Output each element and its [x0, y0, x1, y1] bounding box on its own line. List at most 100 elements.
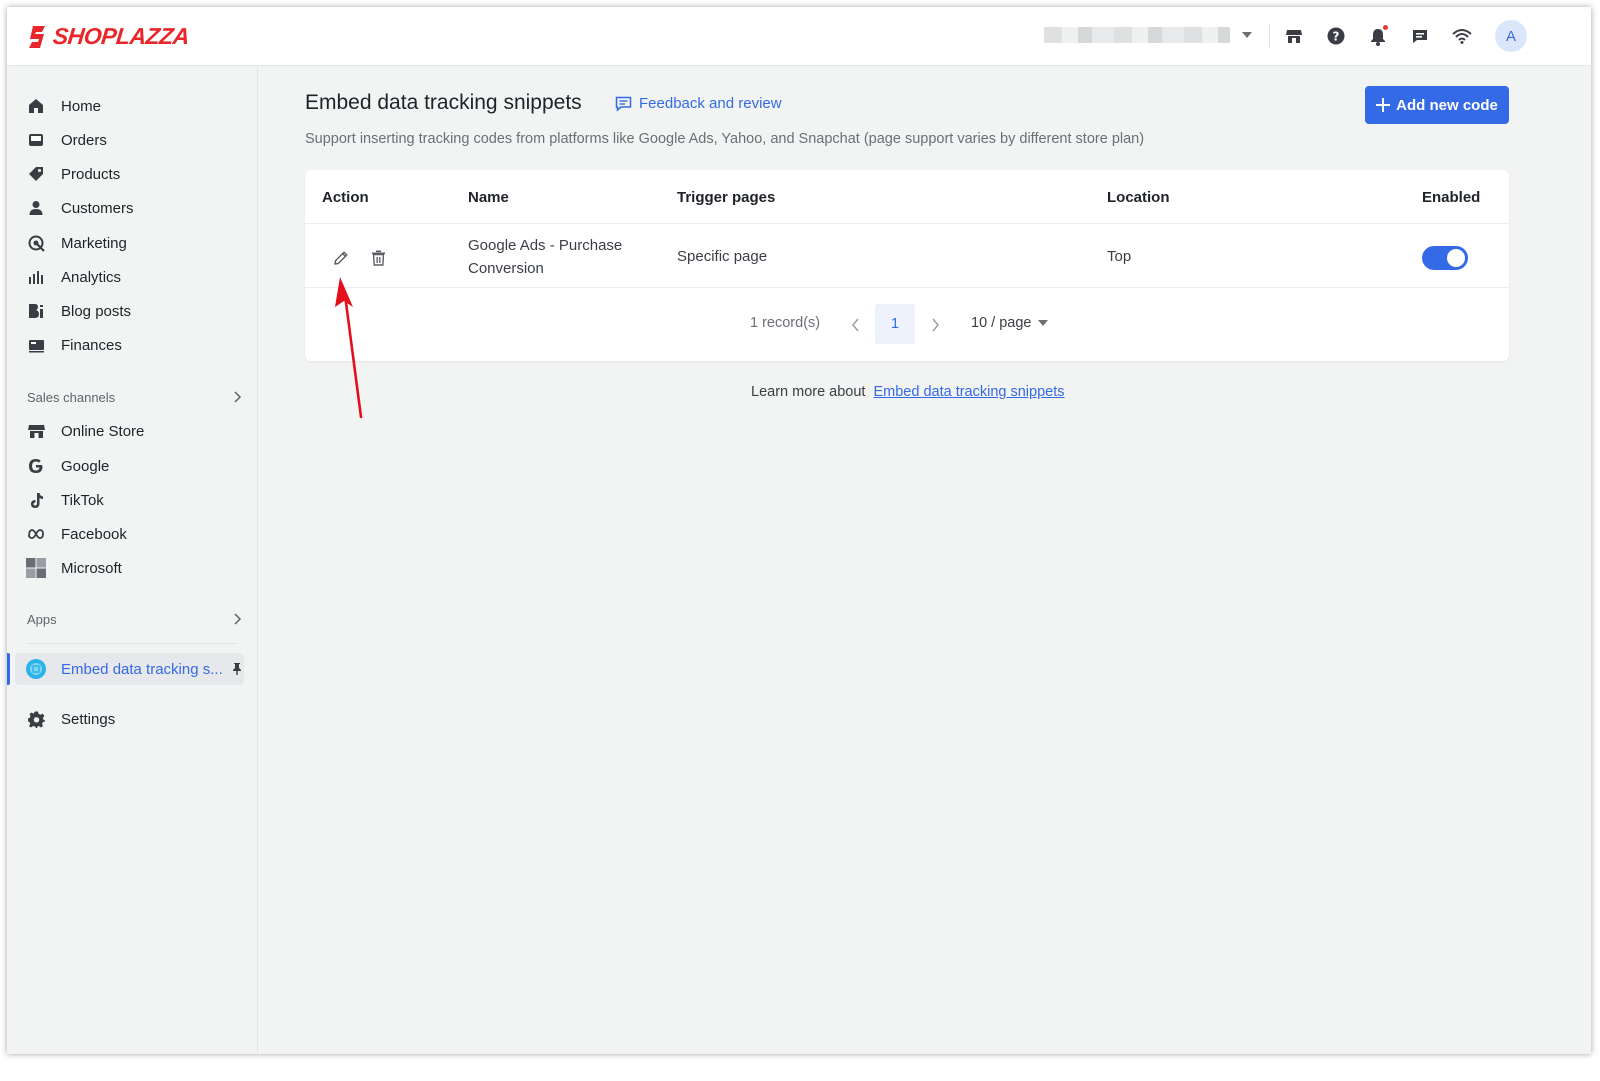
bell-icon[interactable]	[1367, 25, 1389, 47]
sidebar-item-marketing[interactable]: Marketing	[15, 227, 244, 259]
header-divider	[305, 223, 1509, 224]
sidebar-item-blog-posts[interactable]: Blog posts	[15, 295, 244, 327]
page-title: Embed data tracking snippets	[305, 91, 582, 114]
active-indicator	[7, 653, 10, 685]
bar-chart-icon	[25, 266, 47, 288]
edit-icon[interactable]	[331, 248, 351, 268]
gear-icon	[25, 708, 47, 730]
topbar-divider	[1269, 23, 1270, 49]
plus-icon	[1376, 98, 1391, 112]
sidebar-item-label: Google	[61, 457, 110, 475]
sidebar-item-label: Online Store	[61, 422, 145, 440]
sidebar-item-home[interactable]: Home	[15, 90, 244, 122]
app-icon	[25, 658, 47, 680]
chevron-right-icon	[234, 391, 242, 403]
sidebar-item-label: Settings	[61, 710, 116, 728]
snippet-trigger-pages: Specific page	[677, 248, 768, 265]
feedback-link[interactable]: Feedback and review	[615, 95, 782, 112]
sidebar-item-embed-data-tracking[interactable]: Embed data tracking s...	[7, 653, 244, 685]
meta-icon	[25, 523, 47, 545]
store-selector[interactable]	[1044, 27, 1252, 43]
avatar[interactable]: A	[1495, 20, 1527, 52]
sidebar-item-label: Home	[61, 97, 102, 115]
add-new-code-button[interactable]: Add new code	[1365, 86, 1509, 124]
feedback-icon	[615, 96, 632, 112]
enabled-toggle[interactable]	[1422, 246, 1468, 270]
learn-more: Learn more about Embed data tracking snip…	[751, 384, 1065, 400]
top-bar: SHOPLAZZA ? A	[7, 7, 1591, 66]
snippet-name: Google Ads - Purchase Conversion	[468, 237, 623, 277]
home-icon	[25, 95, 47, 117]
sidebar-item-label: Orders	[61, 131, 107, 149]
sidebar-divider	[27, 643, 237, 644]
feedback-label: Feedback and review	[639, 95, 782, 112]
notification-dot	[1383, 25, 1388, 30]
chevron-right-icon	[931, 318, 939, 332]
person-icon	[25, 197, 47, 219]
chevron-left-icon	[851, 318, 859, 332]
google-icon	[25, 455, 47, 477]
sidebar-item-label: Finances	[61, 336, 122, 354]
sidebar-item-label: Products	[61, 165, 121, 183]
row-divider	[305, 287, 1509, 288]
svg-text:?: ?	[1333, 30, 1340, 44]
section-label: Apps	[27, 611, 57, 627]
sidebar-item-products[interactable]: Products	[15, 158, 244, 190]
chevron-right-icon	[234, 613, 242, 625]
pin-icon[interactable]	[231, 662, 243, 676]
finance-icon	[25, 334, 47, 356]
sidebar-item-label: Customers	[61, 199, 134, 217]
store-icon	[25, 420, 47, 442]
store-icon[interactable]	[1283, 25, 1305, 47]
message-icon[interactable]	[1409, 25, 1431, 47]
delete-icon[interactable]	[368, 248, 388, 268]
sidebar-item-microsoft[interactable]: Microsoft	[15, 552, 244, 584]
app-window: SHOPLAZZA ? A Home Orders Products Custo…	[7, 7, 1591, 1054]
column-header-location: Location	[1107, 189, 1170, 206]
sidebar-item-label: TikTok	[61, 491, 104, 509]
sidebar-item-tiktok[interactable]: TikTok	[15, 484, 244, 516]
logo-mark-icon	[29, 25, 45, 48]
sidebar-item-label: Facebook	[61, 525, 127, 543]
record-count: 1 record(s)	[750, 315, 821, 331]
learn-more-link[interactable]: Embed data tracking snippets	[873, 384, 1064, 400]
snippets-table: Action Name Trigger pages Location Enabl…	[305, 170, 1509, 361]
prev-page-button[interactable]	[845, 315, 865, 335]
marketing-icon	[25, 232, 47, 254]
column-header-enabled: Enabled	[1422, 189, 1481, 206]
wifi-icon[interactable]	[1451, 25, 1473, 47]
next-page-button[interactable]	[925, 315, 945, 335]
page-size-select[interactable]: 10 / page	[971, 315, 1049, 331]
logo-text: SHOPLAZZA	[51, 23, 191, 49]
caret-down-icon	[1038, 320, 1049, 326]
sidebar-item-google[interactable]: Google	[15, 450, 244, 482]
tiktok-icon	[25, 489, 47, 511]
sidebar-item-label: Microsoft	[61, 559, 122, 577]
add-button-label: Add new code	[1396, 96, 1498, 114]
chevron-down-icon	[1242, 32, 1252, 38]
section-label: Sales channels	[27, 389, 116, 405]
sidebar-item-analytics[interactable]: Analytics	[15, 261, 244, 293]
sidebar-item-facebook[interactable]: Facebook	[15, 518, 244, 550]
page-number-button[interactable]: 1	[875, 304, 915, 344]
column-header-name: Name	[468, 189, 509, 206]
annotation-arrow	[335, 277, 363, 419]
column-header-action: Action	[322, 189, 369, 206]
sales-channels-header[interactable]: Sales channels	[27, 385, 242, 409]
help-icon[interactable]: ?	[1325, 25, 1347, 47]
toggle-knob	[1447, 249, 1465, 267]
sidebar-item-finances[interactable]: Finances	[15, 329, 244, 361]
shoplazza-logo[interactable]: SHOPLAZZA	[27, 23, 191, 50]
sidebar-item-settings[interactable]: Settings	[15, 703, 244, 735]
orders-icon	[25, 129, 47, 151]
sidebar-item-customers[interactable]: Customers	[15, 192, 244, 224]
page-subtitle: Support inserting tracking codes from pl…	[305, 131, 1145, 147]
sidebar-item-orders[interactable]: Orders	[15, 124, 244, 156]
blog-icon	[25, 300, 47, 322]
sidebar-item-label: Marketing	[61, 234, 127, 252]
sidebar-item-label: Embed data tracking s...	[61, 660, 223, 678]
apps-header[interactable]: Apps	[27, 607, 242, 631]
sidebar-item-label: Blog posts	[61, 302, 132, 320]
sidebar-item-online-store[interactable]: Online Store	[15, 415, 244, 447]
sidebar-item-label: Analytics	[61, 268, 122, 286]
